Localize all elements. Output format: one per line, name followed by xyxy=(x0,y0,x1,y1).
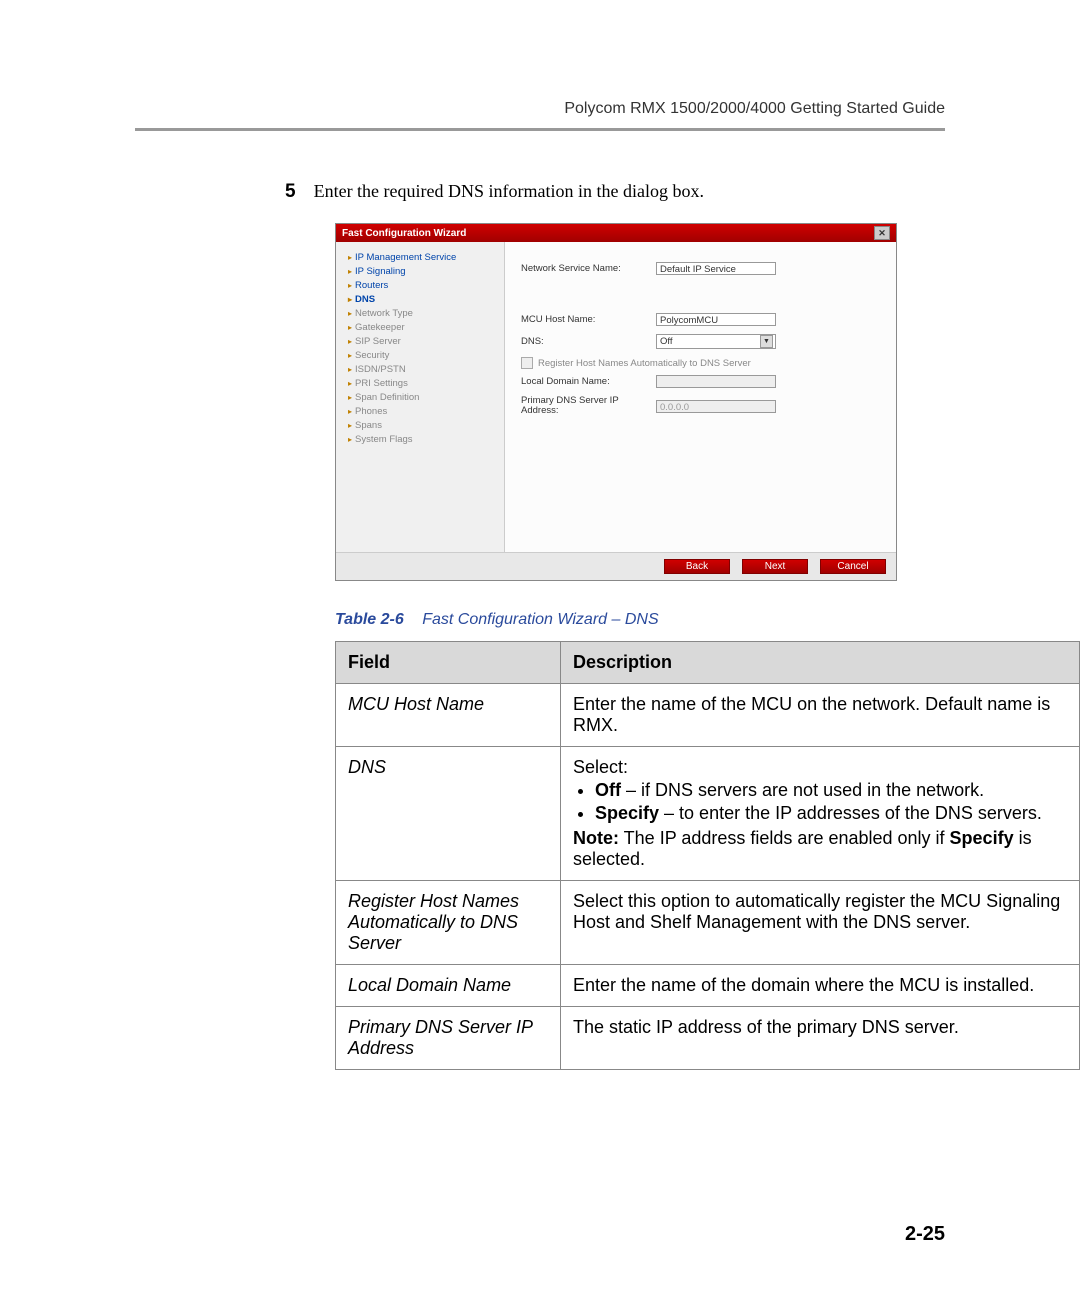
table-row: Register Host Names Automatically to DNS… xyxy=(336,881,1080,965)
register-checkbox[interactable] xyxy=(521,357,533,369)
chevron-right-icon: ▸ xyxy=(348,351,352,360)
chevron-right-icon: ▸ xyxy=(348,365,352,374)
th-description: Description xyxy=(561,642,1080,684)
chevron-right-icon: ▸ xyxy=(348,253,352,262)
chevron-down-icon: ▼ xyxy=(760,335,773,348)
config-wizard-dialog: Fast Configuration Wizard ✕ ▸IP Manageme… xyxy=(335,223,897,581)
close-icon[interactable]: ✕ xyxy=(874,226,890,240)
next-button[interactable]: Next xyxy=(742,559,808,574)
field-cell: Primary DNS Server IP Address xyxy=(336,1007,561,1070)
th-field: Field xyxy=(336,642,561,684)
header-rule xyxy=(135,128,945,131)
description-cell: Enter the name of the MCU on the network… xyxy=(561,684,1080,747)
dns-label: DNS: xyxy=(521,336,656,347)
chevron-right-icon: ▸ xyxy=(348,393,352,402)
description-cell: Select this option to automatically regi… xyxy=(561,881,1080,965)
cancel-button[interactable]: Cancel xyxy=(820,559,886,574)
step-line: 5 Enter the required DNS information in … xyxy=(285,181,935,203)
sidebar-item-security[interactable]: ▸Security xyxy=(340,348,500,362)
sidebar-item-network-type[interactable]: ▸Network Type xyxy=(340,306,500,320)
primary-dns-input[interactable]: 0.0.0.0 xyxy=(656,400,776,413)
chevron-right-icon: ▸ xyxy=(348,337,352,346)
network-service-input[interactable]: Default IP Service xyxy=(656,262,776,275)
local-domain-input[interactable] xyxy=(656,375,776,388)
table-row: Primary DNS Server IP AddressThe static … xyxy=(336,1007,1080,1070)
sidebar-item-gatekeeper[interactable]: ▸Gatekeeper xyxy=(340,320,500,334)
dialog-screenshot: Fast Configuration Wizard ✕ ▸IP Manageme… xyxy=(335,223,945,581)
dialog-form: Network Service Name: Default IP Service… xyxy=(505,242,896,552)
sidebar-item-system-flags[interactable]: ▸System Flags xyxy=(340,432,500,446)
description-cell: The static IP address of the primary DNS… xyxy=(561,1007,1080,1070)
back-button[interactable]: Back xyxy=(664,559,730,574)
field-cell: Local Domain Name xyxy=(336,965,561,1007)
dns-fields-table: Field Description MCU Host NameEnter the… xyxy=(335,641,1080,1070)
local-domain-label: Local Domain Name: xyxy=(521,376,656,387)
sidebar-item-isdn-pstn[interactable]: ▸ISDN/PSTN xyxy=(340,362,500,376)
register-label: Register Host Names Automatically to DNS… xyxy=(538,358,751,369)
table-row: MCU Host NameEnter the name of the MCU o… xyxy=(336,684,1080,747)
primary-dns-label: Primary DNS Server IP Address: xyxy=(521,396,656,417)
dns-select[interactable]: Off ▼ xyxy=(656,334,776,349)
sidebar-item-routers[interactable]: ▸Routers xyxy=(340,278,500,292)
table-caption-text: Fast Configuration Wizard – DNS xyxy=(422,611,658,628)
chevron-right-icon: ▸ xyxy=(348,435,352,444)
sidebar-item-phones[interactable]: ▸Phones xyxy=(340,404,500,418)
sidebar-item-spans[interactable]: ▸Spans xyxy=(340,418,500,432)
description-cell: Select:Off – if DNS servers are not used… xyxy=(561,747,1080,881)
step-number: 5 xyxy=(285,181,296,203)
field-cell: DNS xyxy=(336,747,561,881)
chevron-right-icon: ▸ xyxy=(348,267,352,276)
chevron-right-icon: ▸ xyxy=(348,281,352,290)
network-service-label: Network Service Name: xyxy=(521,263,656,274)
sidebar-item-ip-management[interactable]: ▸IP Management Service xyxy=(340,250,500,264)
chevron-right-icon: ▸ xyxy=(348,407,352,416)
dialog-footer: Back Next Cancel xyxy=(336,552,896,580)
table-row: DNSSelect:Off – if DNS servers are not u… xyxy=(336,747,1080,881)
field-cell: Register Host Names Automatically to DNS… xyxy=(336,881,561,965)
field-cell: MCU Host Name xyxy=(336,684,561,747)
sidebar-item-sip-server[interactable]: ▸SIP Server xyxy=(340,334,500,348)
mcu-host-input[interactable]: PolycomMCU xyxy=(656,313,776,326)
chevron-right-icon: ▸ xyxy=(348,421,352,430)
sidebar-item-pri-settings[interactable]: ▸PRI Settings xyxy=(340,376,500,390)
page-header: Polycom RMX 1500/2000/4000 Getting Start… xyxy=(135,100,945,118)
description-cell: Enter the name of the domain where the M… xyxy=(561,965,1080,1007)
page-number: 2-25 xyxy=(905,1223,945,1246)
sidebar-item-ip-signaling[interactable]: ▸IP Signaling xyxy=(340,264,500,278)
dialog-titlebar: Fast Configuration Wizard ✕ xyxy=(336,224,896,242)
chevron-right-icon: ▸ xyxy=(348,295,352,304)
chevron-right-icon: ▸ xyxy=(348,379,352,388)
dialog-title-text: Fast Configuration Wizard xyxy=(342,228,466,239)
step-text: Enter the required DNS information in th… xyxy=(314,181,704,202)
dialog-sidebar: ▸IP Management Service ▸IP Signaling ▸Ro… xyxy=(336,242,505,552)
chevron-right-icon: ▸ xyxy=(348,309,352,318)
mcu-host-label: MCU Host Name: xyxy=(521,314,656,325)
table-caption: Table 2-6 Fast Configuration Wizard – DN… xyxy=(335,611,945,629)
table-caption-label: Table 2-6 xyxy=(335,611,404,628)
table-row: Local Domain NameEnter the name of the d… xyxy=(336,965,1080,1007)
sidebar-item-span-definition[interactable]: ▸Span Definition xyxy=(340,390,500,404)
sidebar-item-dns[interactable]: ▸DNS xyxy=(340,292,500,306)
chevron-right-icon: ▸ xyxy=(348,323,352,332)
